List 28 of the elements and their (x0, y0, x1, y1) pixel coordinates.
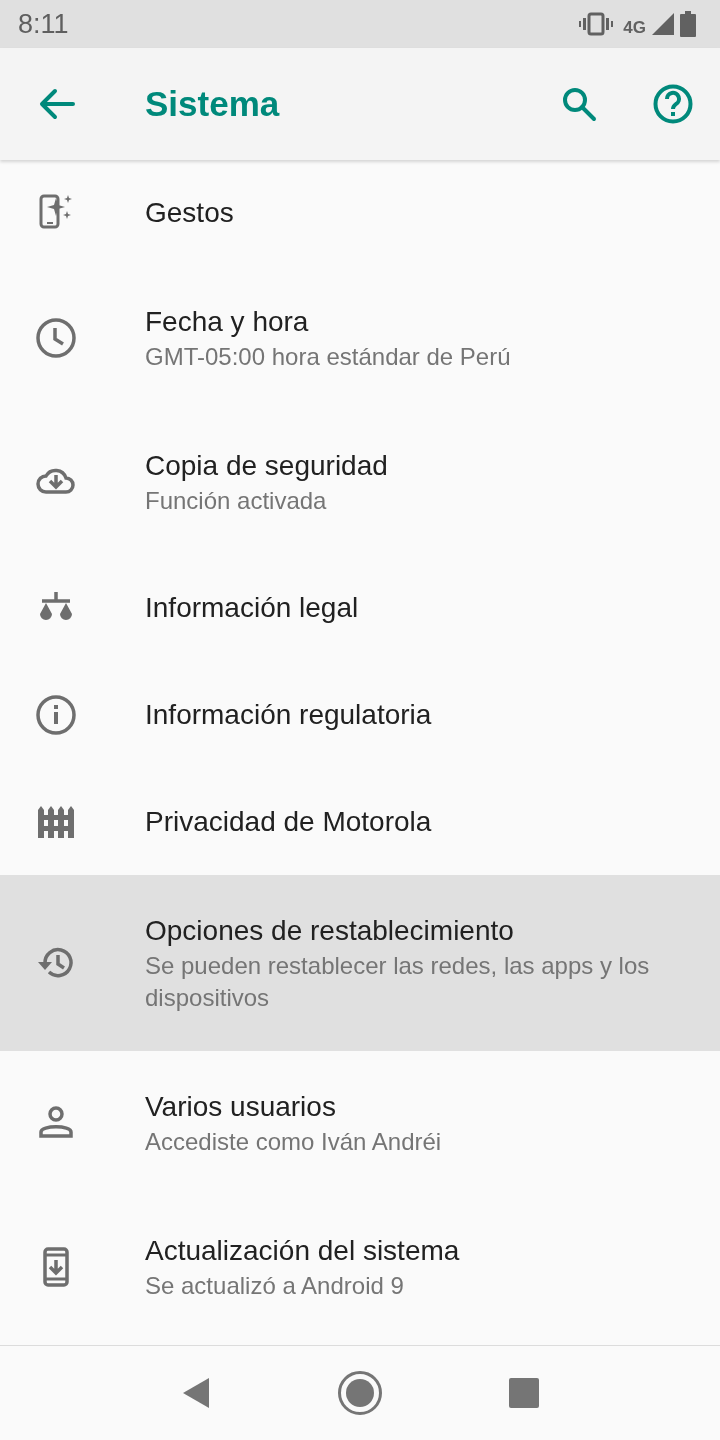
item-summary: Se pueden restablecer las redes, las apps y los dispositivos (145, 951, 651, 1013)
home-circle-icon[interactable] (337, 1370, 383, 1416)
item-title: Copia de seguridad (145, 449, 389, 483)
clock-icon (36, 318, 76, 358)
item-title: Privacidad de Motorola (145, 804, 433, 839)
back-arrow-icon[interactable] (39, 88, 75, 120)
item-title: Opciones de restablecimiento (145, 914, 515, 948)
item-title: Fecha y hora (145, 305, 310, 339)
signal-icon (652, 13, 674, 35)
search-icon[interactable] (561, 86, 597, 122)
back-triangle-icon[interactable] (181, 1377, 211, 1409)
item-title: Información legal (145, 590, 360, 625)
item-title: Información regulatoria (145, 697, 433, 732)
help-icon[interactable] (653, 84, 693, 124)
item-summary: Accediste como Iván Andréi (145, 1127, 443, 1157)
item-summary: Se actualizó a Android 9 (145, 1271, 405, 1301)
vibrate-icon (579, 12, 614, 36)
item-summary: Función activada (145, 486, 328, 516)
network-type: 4G (623, 18, 646, 38)
item-summary: GMT-05:00 hora estándar de Perú (145, 342, 512, 372)
item-title: Gestos (145, 196, 235, 230)
item-title: Actualización del sistema (145, 1234, 461, 1268)
battery-icon (680, 11, 696, 37)
item-title: Varios usuarios (145, 1090, 337, 1124)
screen-title: Sistema (145, 84, 281, 124)
info-icon (36, 694, 76, 735)
clock: 8:11 (18, 8, 69, 40)
settings-item[interactable]: Opciones de restablecimiento Se pueden restablecer las redes, las apps y los dispositivos (0, 875, 720, 1051)
